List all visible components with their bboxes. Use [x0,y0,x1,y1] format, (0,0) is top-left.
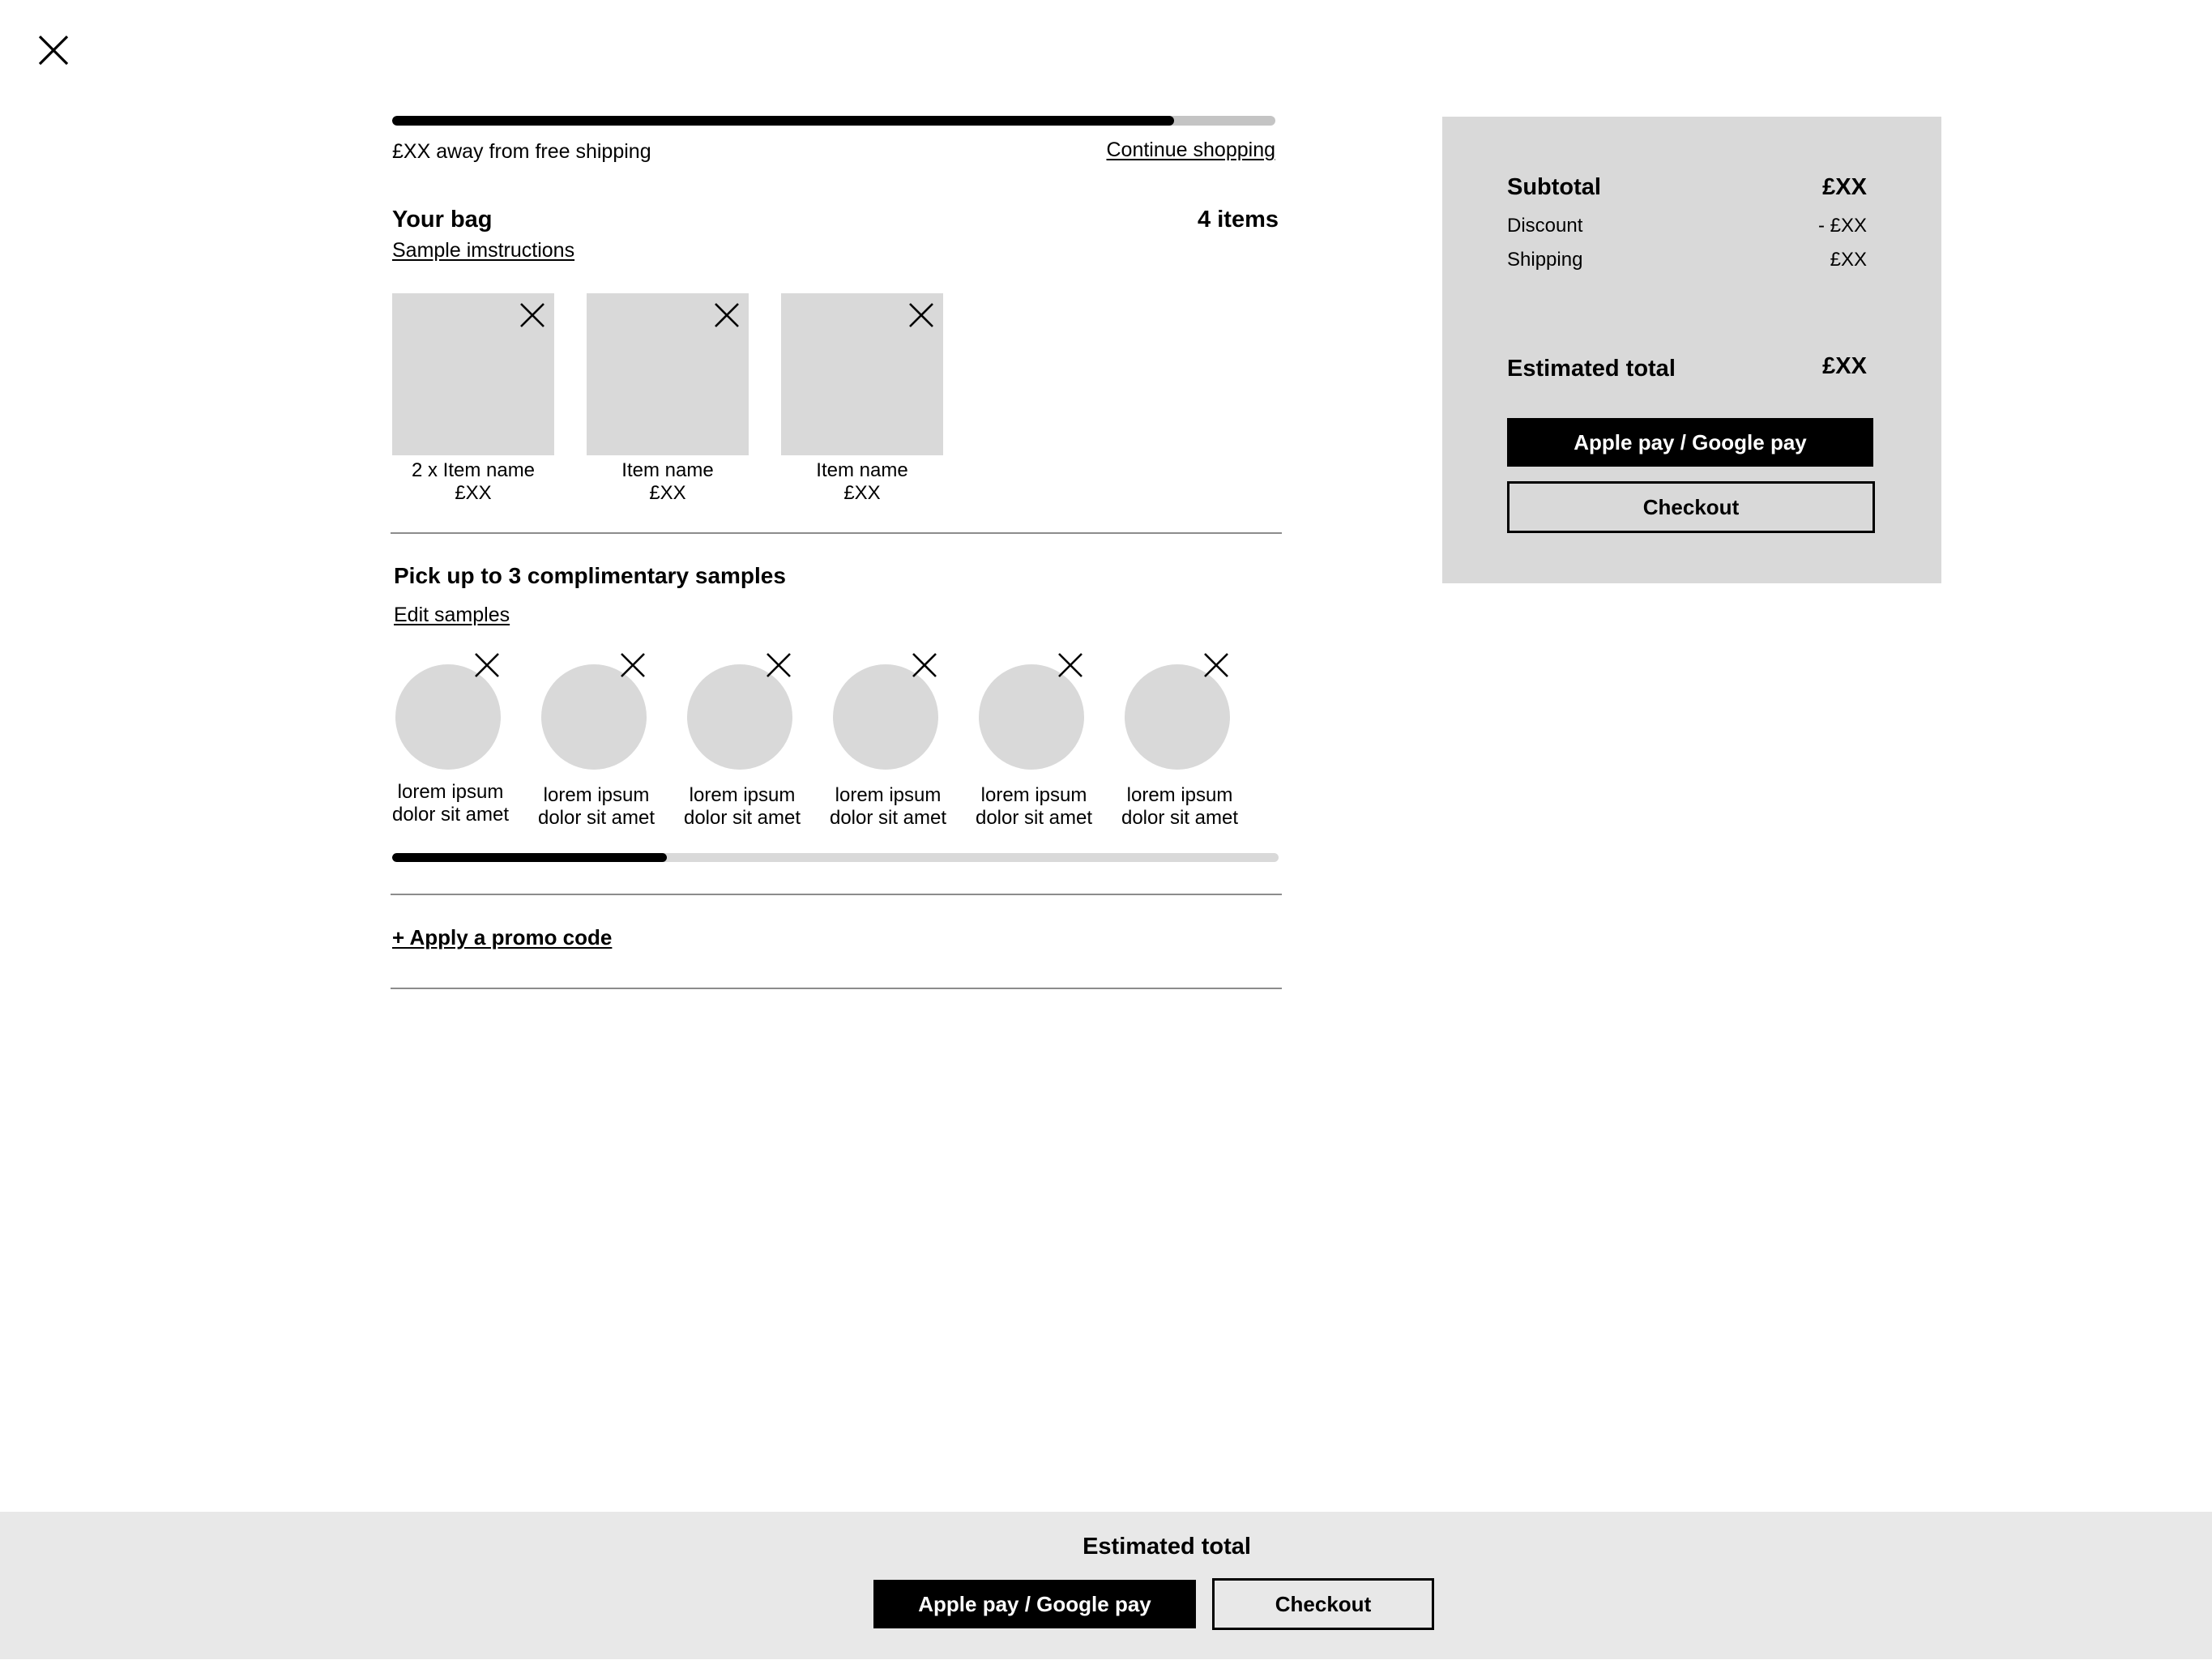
bag-title: Your bag [392,207,493,233]
sample-name-line2: dolor sit amet [829,807,947,829]
remove-sample-icon[interactable] [1202,651,1230,679]
sample-name-line1: lorem ipsum [689,784,796,806]
remove-sample-icon[interactable] [765,651,792,679]
divider [391,894,1282,895]
product-price: £XX [843,482,881,504]
footer-checkout-button[interactable]: Checkout [1212,1578,1434,1630]
sample-name-line1: lorem ipsum [1126,784,1233,806]
discount-label: Discount [1507,215,1583,237]
checkout-button[interactable]: Checkout [1507,481,1875,533]
remove-sample-icon[interactable] [1057,651,1084,679]
free-shipping-progress-fill [392,116,1174,126]
edit-samples-link[interactable]: Edit samples [394,603,510,627]
remove-sample-icon[interactable] [911,651,938,679]
sample-name-line2: dolor sit amet [391,804,510,826]
remove-sample-icon[interactable] [619,651,647,679]
sample-name-line1: lorem ipsum [397,781,504,803]
sample-name-line1: lorem ipsum [980,784,1087,806]
subtotal-label: Subtotal [1507,174,1601,200]
product-image [587,293,749,455]
sample-name: lorem ipsum dolor sit amet [1107,784,1253,830]
remove-item-icon[interactable] [713,301,741,329]
sample-name: lorem ipsum dolor sit amet [669,784,815,830]
product-image [392,293,554,455]
estimated-total-value: £XX [1822,353,1867,379]
remove-sample-icon[interactable] [473,651,501,679]
sample-name: lorem ipsum dolor sit amet [378,781,523,826]
samples-title: Pick up to 3 complimentary samples [394,563,786,588]
express-pay-button[interactable]: Apple pay / Google pay [1507,418,1873,467]
close-icon[interactable] [37,34,70,66]
footer-estimated-total-label: Estimated total [1083,1534,1251,1560]
sample-image [979,664,1084,770]
sample-name-line2: dolor sit amet [683,807,801,829]
bag-item-count: 4 items [1198,207,1279,233]
sample-name: lorem ipsum dolor sit amet [961,784,1107,830]
product-image [781,293,943,455]
sample-image [395,664,501,770]
sticky-checkout-footer: Estimated total Apple pay / Google pay C… [0,1512,2212,1659]
product-price: £XX [455,482,492,504]
divider [391,988,1282,989]
sample-name-line2: dolor sit amet [1121,807,1239,829]
remove-item-icon[interactable] [907,301,935,329]
sample-name: lorem ipsum dolor sit amet [523,784,669,830]
discount-value: - £XX [1817,215,1867,237]
product-price: £XX [649,482,686,504]
shipping-label: Shipping [1507,249,1583,271]
subtotal-value: £XX [1822,174,1867,200]
footer-express-pay-button[interactable]: Apple pay / Google pay [873,1580,1196,1628]
sample-image [833,664,938,770]
divider [391,532,1282,534]
remove-item-icon[interactable] [519,301,546,329]
samples-scrollbar-thumb[interactable] [392,853,668,862]
sample-image [687,664,792,770]
samples-scrollbar[interactable] [392,853,1279,862]
continue-shopping-link[interactable]: Continue shopping [1107,138,1276,162]
product-name: Item name [621,459,714,481]
free-shipping-progress [392,116,1275,126]
sample-name-line1: lorem ipsum [543,784,650,806]
shipping-value: £XX [1830,249,1867,271]
order-summary: Subtotal £XX Discount - £XX Shipping £XX… [1442,117,1941,583]
apply-promo-code-link[interactable]: + Apply a promo code [392,925,612,949]
sample-name-line2: dolor sit amet [537,807,655,829]
sample-image [541,664,647,770]
estimated-total-label: Estimated total [1507,356,1676,382]
sample-image [1125,664,1230,770]
sample-name-line2: dolor sit amet [975,807,1093,829]
sample-name: lorem ipsum dolor sit amet [815,784,961,830]
sample-instructions-link[interactable]: Sample imstructions [392,238,574,262]
sample-name-line1: lorem ipsum [835,784,942,806]
product-name: 2 x Item name [411,459,536,481]
free-shipping-message: £XX away from free shipping [392,140,651,163]
product-name: Item name [816,459,908,481]
